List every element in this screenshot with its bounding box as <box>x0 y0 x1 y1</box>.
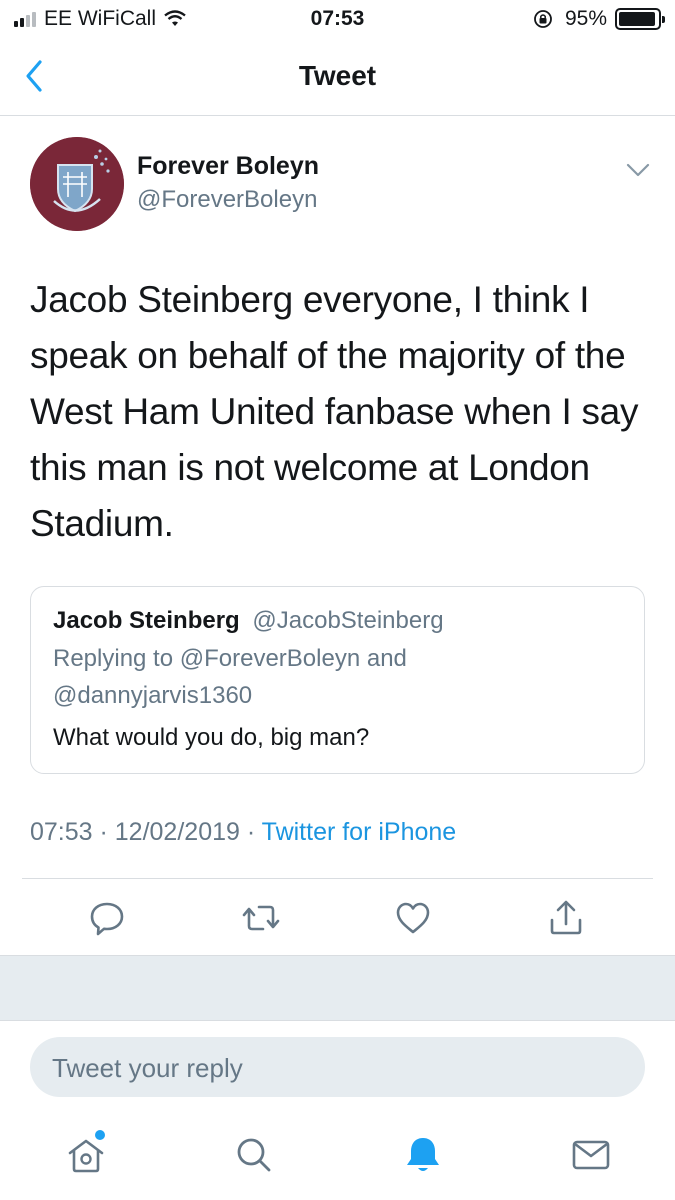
quote-author-handle: @JacobSteinberg <box>252 607 444 634</box>
tweet-meta: 07:53 · 12/02/2019 · Twitter for iPhone <box>30 818 456 847</box>
battery-fill <box>619 12 656 26</box>
author-handle[interactable]: @ForeverBoleyn <box>137 186 317 214</box>
orientation-lock-icon <box>534 10 552 28</box>
chevron-down-icon[interactable] <box>624 160 652 180</box>
nav-bar: Tweet <box>0 38 675 116</box>
avatar[interactable] <box>30 137 124 231</box>
author-name[interactable]: Forever Boleyn <box>137 152 319 181</box>
retweet-icon[interactable] <box>241 898 281 938</box>
home-notification-dot <box>95 1130 105 1140</box>
tweet-text: Jacob Steinberg everyone, I think I spea… <box>30 279 639 544</box>
quote-replying-to: Replying to @ForeverBoleyn and <box>53 645 407 672</box>
battery-percent: 95% <box>564 7 607 30</box>
share-icon[interactable] <box>546 898 586 938</box>
messages-icon[interactable] <box>569 1133 613 1177</box>
notifications-icon[interactable] <box>401 1133 445 1177</box>
battery-icon <box>615 8 665 30</box>
section-separator <box>0 955 675 1021</box>
tweet-actions <box>0 898 675 938</box>
tab-bar <box>0 1115 675 1200</box>
quote-text: What would you do, big man? <box>53 724 370 751</box>
status-bar: EE WiFiCall 07:53 95% <box>0 0 675 38</box>
divider <box>22 878 653 879</box>
quote-replying-to-handle: @dannyjarvis1360 <box>53 682 253 709</box>
status-right: 95% <box>533 7 665 31</box>
quoted-tweet[interactable]: Jacob Steinberg @JacobSteinberg Replying… <box>30 586 645 774</box>
crest-icon <box>30 137 124 231</box>
like-icon[interactable] <box>393 898 433 938</box>
reply-icon[interactable] <box>87 898 127 938</box>
quote-header: Jacob Steinberg @JacobSteinberg <box>53 607 444 635</box>
quote-author-name: Jacob Steinberg <box>53 607 240 634</box>
tweet-source-link[interactable]: Twitter for iPhone <box>262 818 457 846</box>
reply-input[interactable]: Tweet your reply <box>30 1037 645 1097</box>
tweet-timestamp: 07:53 · 12/02/2019 · <box>30 818 262 846</box>
page-title: Tweet <box>298 60 377 91</box>
battery-cap <box>662 16 665 23</box>
search-icon[interactable] <box>232 1133 276 1177</box>
reply-placeholder: Tweet your reply <box>52 1053 243 1083</box>
